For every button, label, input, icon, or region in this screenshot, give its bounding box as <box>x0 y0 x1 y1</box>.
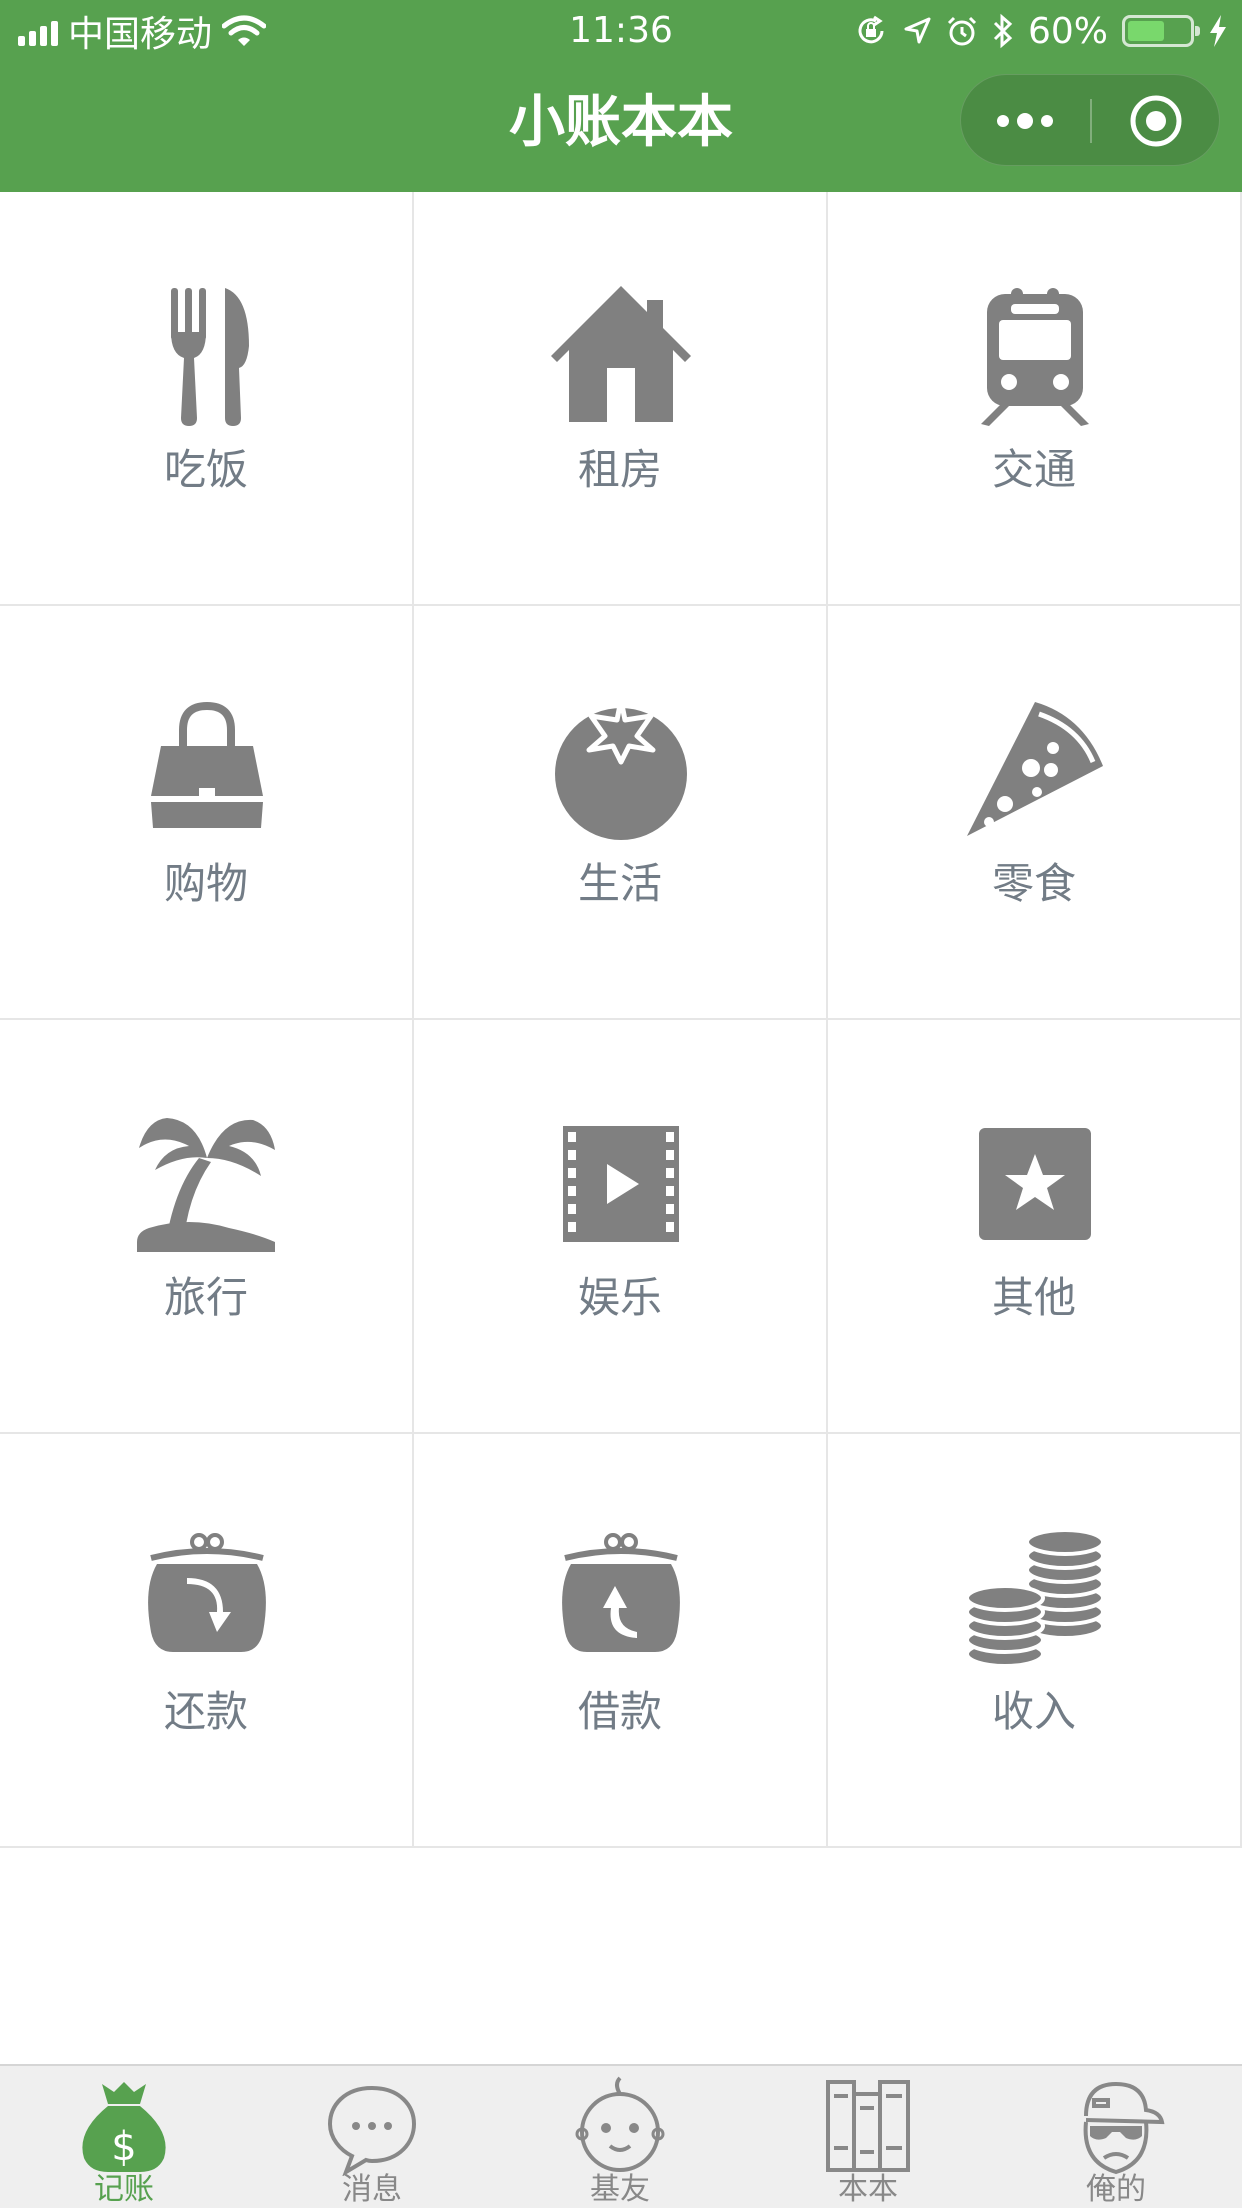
baby-face-icon <box>575 2076 665 2172</box>
books-icon <box>826 2080 910 2172</box>
tab-label: 本本 <box>838 2172 898 2207</box>
location-arrow-icon <box>904 17 931 44</box>
category-rent[interactable]: 租房 <box>414 192 828 606</box>
train-icon <box>981 288 1089 426</box>
mini-program-capsule <box>960 74 1220 166</box>
tab-label: 消息 <box>342 2172 402 2207</box>
tab-bar: $ 记账 消息 基友 本本 俺的 <box>0 2064 1242 2208</box>
category-label: 旅行 <box>163 1273 248 1322</box>
header: 中国移动 11:36 60% 小账本本 <box>0 0 1242 192</box>
category-transport[interactable]: 交通 <box>828 192 1242 606</box>
star-icon <box>979 1128 1091 1240</box>
tab-buddies[interactable]: 基友 <box>496 2066 744 2210</box>
category-label: 其他 <box>991 1273 1076 1322</box>
more-button[interactable] <box>961 75 1089 167</box>
close-button[interactable] <box>1092 75 1220 167</box>
battery-icon <box>1122 15 1200 47</box>
category-label: 借款 <box>577 1687 662 1736</box>
palm-tree-icon <box>137 1118 275 1252</box>
category-borrow[interactable]: 借款 <box>414 1434 828 1848</box>
more-dots-icon <box>997 113 1053 129</box>
category-label: 租房 <box>577 445 662 494</box>
category-label: 吃饭 <box>163 445 248 494</box>
svg-text:$: $ <box>111 2124 136 2170</box>
category-living[interactable]: 生活 <box>414 606 828 1020</box>
battery-percent: 60% <box>1027 10 1108 52</box>
film-icon <box>563 1126 679 1242</box>
category-travel[interactable]: 旅行 <box>0 1020 414 1434</box>
handbag-icon <box>151 701 263 828</box>
pizza-icon <box>967 702 1103 836</box>
category-label: 收入 <box>991 1687 1076 1736</box>
category-label: 娱乐 <box>577 1273 662 1322</box>
orientation-lock-icon <box>858 15 884 44</box>
target-close-icon <box>1130 95 1182 147</box>
category-income[interactable]: 收入 <box>828 1434 1242 1848</box>
alarm-icon <box>947 16 977 46</box>
category-shopping[interactable]: 购物 <box>0 606 414 1020</box>
category-snacks[interactable]: 零食 <box>828 606 1242 1020</box>
tab-notebooks[interactable]: 本本 <box>744 2066 992 2210</box>
tab-label: 俺的 <box>1086 2172 1146 2207</box>
cap-face-icon <box>1083 2081 1165 2175</box>
charging-bolt-icon <box>1210 15 1226 47</box>
category-other[interactable]: 其他 <box>828 1020 1242 1434</box>
fork-knife-icon <box>171 288 249 426</box>
category-label: 还款 <box>163 1687 248 1736</box>
money-bag-icon: $ <box>82 2082 166 2172</box>
tab-label: 记账 <box>94 2172 154 2207</box>
tomato-icon <box>555 700 687 840</box>
purse-down-icon <box>148 1533 266 1652</box>
category-label: 生活 <box>577 859 662 908</box>
status-right: 60% <box>854 8 1228 54</box>
tab-label: 基友 <box>590 2172 650 2207</box>
category-label: 零食 <box>991 859 1076 908</box>
status-bar: 中国移动 11:36 60% <box>0 0 1242 62</box>
purse-up-icon <box>562 1533 680 1652</box>
tab-mine[interactable]: 俺的 <box>992 2066 1240 2210</box>
category-entertainment[interactable]: 娱乐 <box>414 1020 828 1434</box>
house-icon <box>551 286 691 422</box>
chat-bubble-icon <box>327 2085 417 2176</box>
bluetooth-icon <box>993 13 1013 49</box>
tab-messages[interactable]: 消息 <box>248 2066 496 2210</box>
category-repay[interactable]: 还款 <box>0 1434 414 1848</box>
category-label: 交通 <box>991 445 1076 494</box>
tab-bookkeeping[interactable]: $ 记账 <box>0 2066 248 2210</box>
category-label: 购物 <box>163 859 248 908</box>
category-eat[interactable]: 吃饭 <box>0 192 414 606</box>
coins-icon <box>965 1528 1105 1668</box>
category-grid: 吃饭 租房 交通 购物 生活 零食 旅行 娱乐 其他 还款 借款 收入 <box>0 192 1242 1848</box>
